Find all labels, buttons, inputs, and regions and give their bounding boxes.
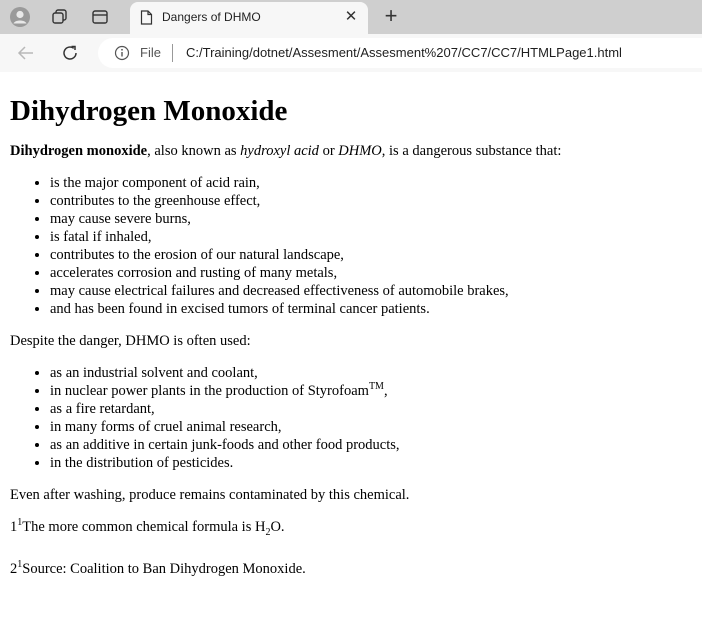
footnote-1: 11The more common chemical formula is H2… bbox=[10, 518, 694, 538]
intro-text-3: , is a dangerous substance that: bbox=[381, 143, 562, 159]
trademark-sup: TM bbox=[368, 381, 384, 393]
styrofoam-text: in nuclear power plants in the productio… bbox=[50, 383, 369, 399]
address-scheme: File bbox=[140, 45, 161, 60]
intro-text-2: or bbox=[318, 143, 339, 159]
list-item: in the distribution of pesticides. bbox=[50, 454, 694, 472]
list-item: is fatal if inhaled, bbox=[50, 228, 694, 246]
info-icon[interactable] bbox=[114, 45, 130, 66]
close-tab-icon[interactable]: ✕ bbox=[342, 8, 360, 26]
address-bar[interactable]: File C:/Training/dotnet/Assesment/Assesm… bbox=[98, 38, 702, 68]
tab-title: Dangers of DHMO bbox=[162, 10, 261, 24]
list-item: in nuclear power plants in the productio… bbox=[50, 382, 694, 400]
intro-em-1: hydroxyl acid bbox=[240, 143, 319, 159]
page-content: Dihydrogen Monoxide Dihydrogen monoxide,… bbox=[10, 72, 694, 592]
dangers-list: is the major component of acid rain, con… bbox=[10, 174, 694, 318]
tab-strip: Dangers of DHMO ✕ + bbox=[0, 0, 702, 34]
workspaces-icon[interactable] bbox=[46, 4, 74, 30]
tab-actions-icon[interactable] bbox=[86, 4, 114, 30]
list-item: as an additive in certain junk-foods and… bbox=[50, 436, 694, 454]
footnote-text: Source: Coalition to Ban Dihydrogen Mono… bbox=[22, 561, 306, 577]
footnote-2: 21Source: Coalition to Ban Dihydrogen Mo… bbox=[10, 560, 694, 578]
new-tab-icon[interactable]: + bbox=[378, 4, 404, 30]
intro-paragraph: Dihydrogen monoxide, also known as hydro… bbox=[10, 142, 694, 160]
intro-bold: Dihydrogen monoxide bbox=[10, 143, 148, 159]
page-icon bbox=[140, 10, 153, 30]
refresh-icon[interactable] bbox=[56, 40, 84, 66]
list-item: may cause severe burns, bbox=[50, 210, 694, 228]
list-item: as an industrial solvent and coolant, bbox=[50, 364, 694, 382]
styrofoam-tail: , bbox=[383, 383, 388, 399]
page-heading: Dihydrogen Monoxide bbox=[10, 95, 288, 127]
list-item: contributes to the erosion of our natura… bbox=[50, 246, 694, 264]
address-separator bbox=[172, 44, 173, 62]
list-item: may cause electrical failures and decrea… bbox=[50, 282, 694, 300]
address-url[interactable]: C:/Training/dotnet/Assesment/Assesment%2… bbox=[186, 45, 622, 60]
tab-dangers-of-dhmo[interactable]: Dangers of DHMO ✕ bbox=[130, 2, 368, 34]
toolbar: File C:/Training/dotnet/Assesment/Assesm… bbox=[0, 34, 702, 72]
footnote-tail: O. bbox=[270, 519, 285, 535]
list-item: and has been found in excised tumors of … bbox=[50, 300, 694, 318]
list-item: accelerates corrosion and rusting of man… bbox=[50, 264, 694, 282]
footnote-text: The more common chemical formula is H bbox=[22, 519, 266, 535]
intro-em-2: DHMO bbox=[338, 143, 382, 159]
intro-text-1: , also known as bbox=[147, 143, 241, 159]
profile-icon[interactable] bbox=[6, 4, 34, 30]
list-item: contributes to the greenhouse effect, bbox=[50, 192, 694, 210]
back-icon[interactable] bbox=[12, 40, 40, 66]
uses-intro: Despite the danger, DHMO is often used: bbox=[10, 333, 251, 349]
list-item: is the major component of acid rain, bbox=[50, 174, 694, 192]
list-item: in many forms of cruel animal research, bbox=[50, 418, 694, 436]
washing-paragraph: Even after washing, produce remains cont… bbox=[10, 487, 410, 503]
uses-list: as an industrial solvent and coolant, in… bbox=[10, 364, 694, 472]
list-item: as a fire retardant, bbox=[50, 400, 694, 418]
